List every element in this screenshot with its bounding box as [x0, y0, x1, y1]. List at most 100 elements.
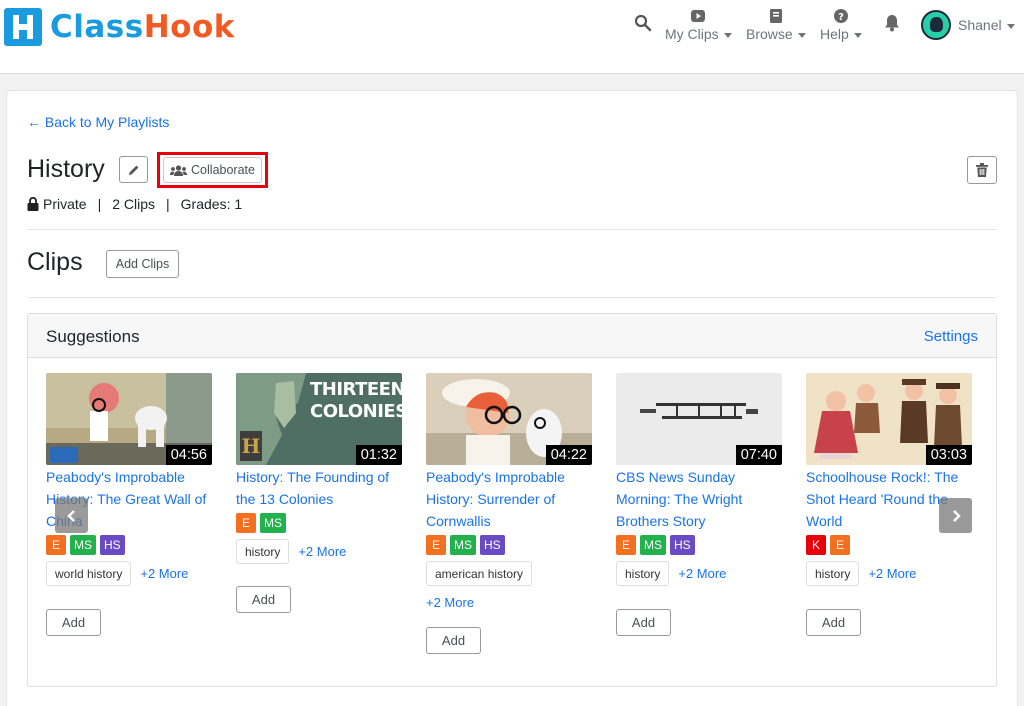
logo-mark-icon [4, 8, 42, 46]
suggestions-title: Suggestions [46, 327, 140, 346]
add-clip-button[interactable]: Add [616, 609, 671, 636]
divider [27, 229, 997, 230]
grade-badge-k: K [806, 535, 826, 555]
clip-title-link[interactable]: CBS News Sunday Morning: The Wright Brot… [616, 466, 784, 532]
delete-playlist-button[interactable] [967, 156, 997, 184]
user-menu[interactable]: Shanel [958, 17, 1015, 33]
clips-count: 2 Clips [112, 196, 156, 212]
chevron-left-icon [66, 509, 75, 522]
clip-duration: 04:56 [165, 445, 212, 465]
classhook-logo[interactable]: ClassHook [4, 8, 235, 46]
top-navbar: ClassHook My Clips Browse ? Help Shanel [0, 0, 1024, 74]
more-tags-link[interactable]: +2 More [298, 544, 346, 559]
logo-text: ClassHook [50, 9, 235, 45]
chevron-down-icon [1006, 23, 1015, 29]
suggestion-card: H THIRTEEN COLONIES 01:32 History: The F… [236, 373, 402, 613]
grade-badge-e: E [46, 535, 66, 555]
svg-text:H: H [242, 434, 261, 458]
add-clip-button[interactable]: Add [426, 627, 481, 654]
grade-badge-e: E [830, 535, 850, 555]
playlist-meta: Private | 2 Clips | Grades: 1 [27, 196, 242, 212]
search-icon[interactable] [634, 14, 654, 34]
nav-browse-label: Browse [746, 26, 793, 42]
clip-thumbnail[interactable]: H THIRTEEN COLONIES 01:32 [236, 373, 402, 465]
grade-badge-e: E [616, 535, 636, 555]
clip-duration: 03:03 [925, 445, 972, 465]
suggestion-card: 04:22 Peabody's Improbable History: Surr… [426, 373, 592, 654]
grade-badges: E MS [236, 513, 402, 533]
more-tags-link[interactable]: +2 More [140, 566, 188, 581]
grade-badge-e: E [426, 535, 446, 555]
clip-thumbnail[interactable]: 03:03 [806, 373, 972, 465]
carousel-prev-button[interactable] [55, 498, 88, 533]
tag-chip[interactable]: history [616, 561, 670, 586]
tag-chip[interactable]: history [236, 539, 290, 564]
tag-row: american history [426, 561, 592, 586]
grade-badge-ms: MS [640, 535, 666, 555]
clip-thumbnail[interactable]: 04:56 [46, 373, 212, 465]
svg-text:?: ? [838, 12, 844, 23]
tag-chip[interactable]: american history [426, 561, 533, 586]
tag-row: history +2 More [236, 539, 402, 564]
add-clip-button[interactable]: Add [806, 609, 861, 636]
edit-title-button[interactable] [119, 156, 148, 183]
tag-row: world history +2 More [46, 561, 212, 586]
nav-my-clips-label: My Clips [665, 26, 719, 42]
page-title: History [27, 155, 105, 183]
chevron-down-icon [723, 32, 732, 38]
grade-badge-hs: HS [670, 535, 695, 555]
more-tags-link[interactable]: +2 More [868, 566, 916, 581]
clips-section-title: Clips [27, 248, 83, 276]
avatar[interactable] [921, 10, 951, 40]
tag-chip[interactable]: world history [46, 561, 132, 586]
grade-badges: K E [806, 535, 972, 555]
thumbnail-title-text: THIRTEEN COLONIES [310, 379, 402, 422]
book-icon [746, 8, 806, 24]
tag-row: history +2 More [616, 561, 782, 586]
grade-badge-ms: MS [260, 513, 286, 533]
grade-badges: E MS HS [616, 535, 782, 555]
carousel-next-button[interactable] [939, 498, 972, 533]
add-clip-button[interactable]: Add [236, 586, 291, 613]
nav-help[interactable]: ? Help [820, 8, 862, 42]
clip-title-link[interactable]: Peabody's Improbable History: Surrender … [426, 466, 594, 532]
collaborate-button[interactable]: Collaborate [163, 157, 262, 183]
lock-icon [27, 197, 39, 211]
add-clip-button[interactable]: Add [46, 609, 101, 636]
chevron-down-icon [853, 32, 862, 38]
suggestion-card: 07:40 CBS News Sunday Morning: The Wrigh… [616, 373, 782, 636]
pencil-icon [128, 165, 138, 175]
clip-title-link[interactable]: History: The Founding of the 13 Colonies [236, 466, 404, 510]
grade-badge-ms: MS [70, 535, 96, 555]
clip-thumbnail[interactable]: 07:40 [616, 373, 782, 465]
grade-badge-ms: MS [450, 535, 476, 555]
divider [27, 297, 997, 298]
nav-browse[interactable]: Browse [746, 8, 806, 42]
back-to-playlists-link[interactable]: ← Back to My Playlists [27, 114, 169, 130]
users-icon [170, 164, 188, 176]
grade-badge-hs: HS [480, 535, 505, 555]
clip-thumbnail[interactable]: 04:22 [426, 373, 592, 465]
user-name-label: Shanel [958, 17, 1002, 33]
grade-badge-hs: HS [100, 535, 125, 555]
add-clips-button[interactable]: Add Clips [106, 250, 179, 278]
grade-badges: E MS HS [426, 535, 592, 555]
more-tags-link[interactable]: +2 More [678, 566, 726, 581]
chevron-right-icon [952, 509, 961, 522]
collaborate-label: Collaborate [191, 163, 255, 177]
trash-icon [976, 163, 988, 177]
clip-duration: 01:32 [355, 445, 402, 465]
more-tags-link[interactable]: +2 More [426, 595, 592, 610]
tag-chip[interactable]: history [806, 561, 860, 586]
clip-duration: 04:22 [545, 445, 592, 465]
clip-duration: 07:40 [735, 445, 782, 465]
bell-icon[interactable] [884, 14, 900, 37]
question-circle-icon: ? [820, 8, 862, 24]
suggestions-header: Suggestions Settings [28, 314, 996, 358]
nav-my-clips[interactable]: My Clips [665, 8, 732, 42]
grade-badge-e: E [236, 513, 256, 533]
nav-help-label: Help [820, 26, 849, 42]
chevron-down-icon [797, 32, 806, 38]
suggestions-settings-link[interactable]: Settings [924, 328, 978, 345]
grades-count: Grades: 1 [180, 196, 243, 212]
